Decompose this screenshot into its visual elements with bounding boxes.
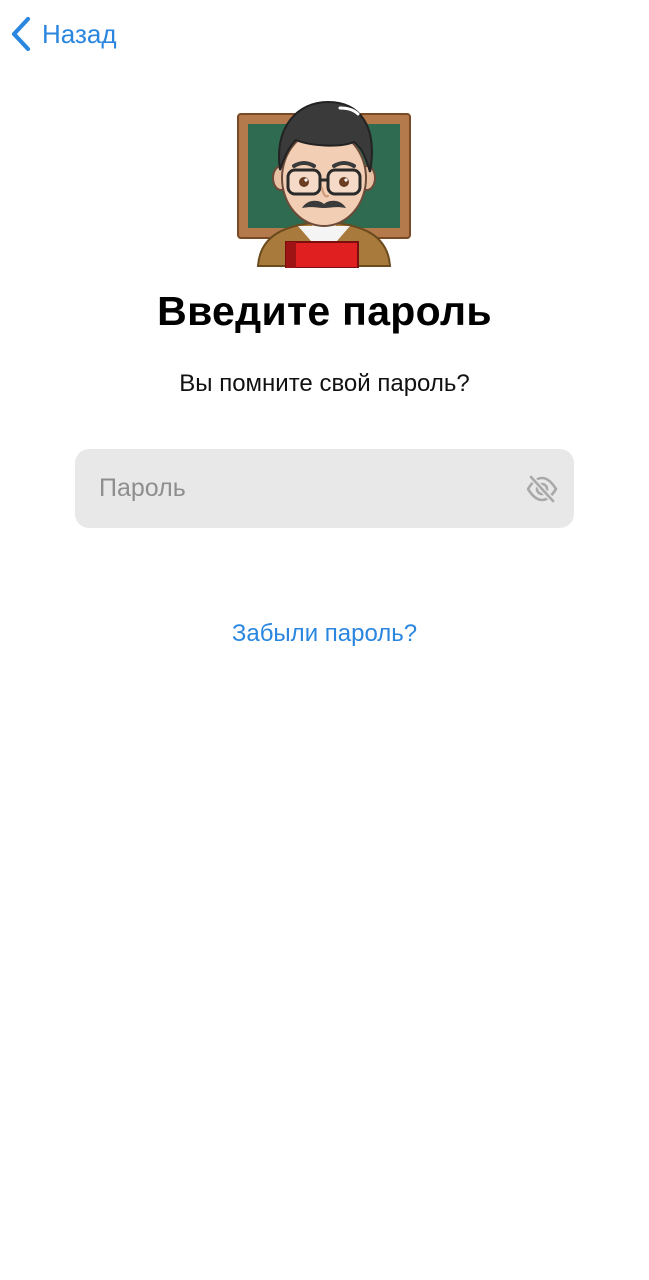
password-field[interactable] [75, 449, 574, 528]
page-title: Введите пароль [157, 288, 492, 334]
password-input[interactable] [99, 449, 519, 528]
back-button[interactable]: Назад [8, 14, 117, 54]
password-screen: Назад Введите пароль Вы помните свой пар… [0, 0, 649, 1280]
chevron-left-icon [8, 14, 34, 54]
page-subtitle: Вы помните свой пароль? [179, 370, 470, 397]
forgot-password-link[interactable]: Забыли пароль? [0, 620, 649, 648]
teacher-emoji-illustration [236, 96, 412, 269]
eye-slash-icon[interactable] [524, 473, 560, 505]
back-label: Назад [42, 18, 117, 49]
